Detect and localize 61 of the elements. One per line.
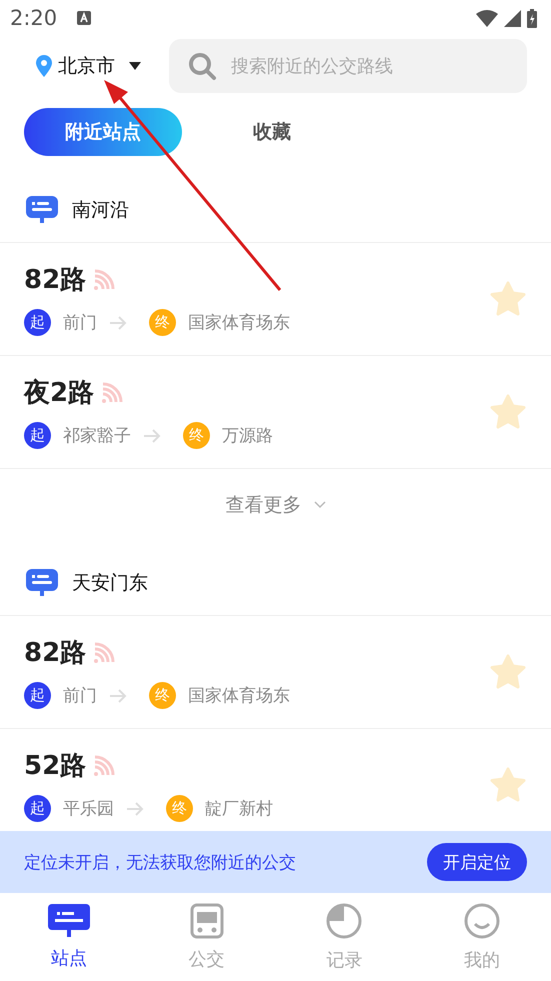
start-stop: 平乐园: [63, 798, 114, 820]
location-pin-icon: [36, 55, 52, 77]
realtime-signal-icon: [92, 640, 116, 664]
route-name: 82路: [24, 637, 86, 670]
bus-stop-sign-icon: [26, 196, 58, 224]
end-stop: 万源路: [222, 425, 273, 447]
realtime-signal-icon: [100, 380, 124, 404]
route-row[interactable]: 82路 起 前门 终 国家体育场东: [0, 616, 551, 729]
end-stop: 靛厂新村: [205, 798, 273, 820]
arrow-right-icon: [143, 428, 161, 442]
favorite-star-icon[interactable]: [489, 281, 527, 317]
tab[interactable]: 附近站点: [24, 108, 182, 156]
dropdown-caret-icon: [129, 62, 141, 70]
start-stop: 祁家豁子: [63, 425, 131, 447]
route-row[interactable]: 82路 起 前门 终 国家体育场东: [0, 243, 551, 356]
start-badge: 起: [24, 309, 51, 336]
arrow-right-icon: [109, 316, 127, 330]
station-name: 天安门东: [72, 571, 148, 596]
favorite-star-icon[interactable]: [489, 394, 527, 430]
start-badge: 起: [24, 682, 51, 709]
status-time: 2:20: [10, 6, 58, 30]
start-stop: 前门: [63, 312, 97, 334]
end-stop: 国家体育场东: [188, 312, 290, 334]
chevron-down-icon: [314, 501, 326, 509]
end-badge: 终: [149, 309, 176, 336]
start-badge: 起: [24, 795, 51, 822]
start-stop: 前门: [63, 685, 97, 707]
route-name: 52路: [24, 750, 86, 783]
start-badge: 起: [24, 422, 51, 449]
favorite-star-icon[interactable]: [489, 654, 527, 690]
route-row[interactable]: 夜2路 起 祁家豁子 终 万源路: [0, 356, 551, 469]
bus-stop-sign-icon: [48, 904, 90, 938]
arrow-right-icon: [126, 802, 144, 816]
search-input[interactable]: 搜索附近的公交路线: [229, 54, 473, 78]
end-badge: 终: [183, 422, 210, 449]
view-more-button[interactable]: 查看更多: [0, 469, 551, 541]
enable-location-button[interactable]: 开启定位: [427, 843, 527, 881]
bus-stop-sign-icon: [26, 569, 58, 597]
history-pie-icon: [325, 902, 364, 940]
end-badge: 终: [166, 795, 193, 822]
nav-tab[interactable]: 站点: [28, 904, 109, 970]
tab[interactable]: 收藏: [192, 108, 352, 156]
bus-icon: [190, 903, 224, 939]
favorite-star-icon[interactable]: [489, 767, 527, 803]
banner-text: 定位未开启，无法获取您附近的公交: [24, 852, 296, 874]
station-name: 南河沿: [72, 198, 129, 223]
route-name: 82路: [24, 264, 86, 297]
battery-icon: [527, 8, 537, 28]
search-field[interactable]: 搜索附近的公交路线: [169, 39, 527, 93]
realtime-signal-icon: [92, 754, 116, 778]
city-selector[interactable]: 北京市: [36, 53, 141, 79]
end-stop: 国家体育场东: [188, 685, 290, 707]
arrow-right-icon: [109, 688, 127, 702]
route-name: 夜2路: [24, 377, 94, 410]
end-badge: 终: [149, 682, 176, 709]
signal-icon: [504, 10, 521, 26]
smiley-icon: [463, 902, 502, 940]
search-icon: [187, 51, 217, 81]
realtime-signal-icon: [92, 268, 116, 292]
wifi-icon: [476, 10, 498, 26]
keyboard-notification-icon: [77, 11, 92, 25]
